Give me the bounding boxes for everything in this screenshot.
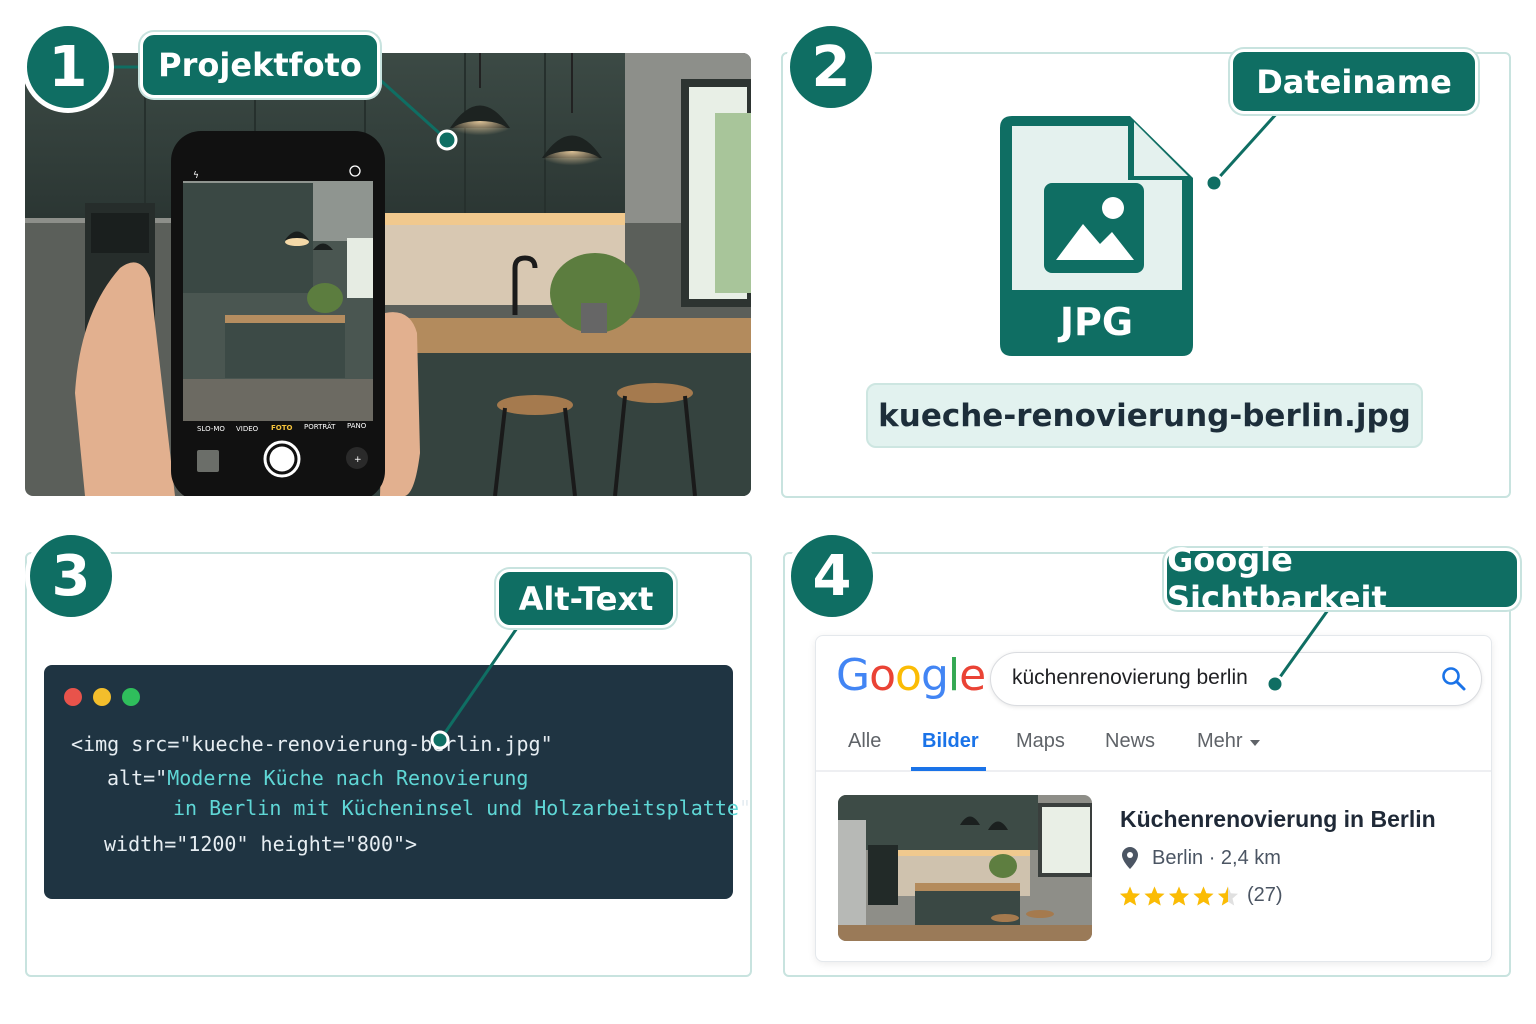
tab-maps[interactable]: Maps — [1016, 730, 1065, 753]
google-logo[interactable]: Google — [836, 650, 986, 701]
alt-attribute: alt=" — [107, 766, 168, 790]
window-minimize-dot — [93, 688, 111, 706]
tab-mehr[interactable]: Mehr — [1197, 730, 1243, 753]
step-number-2: 2 — [785, 21, 877, 113]
code-line-img: <img src="kueche-renovierung-berlin.jpg" — [71, 732, 553, 756]
step-label-alt-text: Alt-Text — [496, 569, 676, 628]
filename-box: kueche-renovierung-berlin.jpg — [866, 383, 1423, 448]
step-label-projektfoto: Projektfoto — [140, 32, 380, 98]
result-title[interactable]: Küchenrenovierung in Berlin — [1120, 806, 1436, 833]
tab-bilder[interactable]: Bilder — [922, 730, 979, 753]
alt-value-line2: in Berlin mit Kücheninsel und Holzarbeit… — [173, 796, 739, 820]
step-label-dateiname: Dateiname — [1230, 49, 1478, 114]
code-line-alt-cont: in Berlin mit Kücheninsel und Holzarbeit… — [173, 796, 751, 820]
alt-value-line1: Moderne Küche nach Renovierung — [167, 766, 529, 790]
step-number-4: 4 — [786, 530, 878, 622]
window-close-dot — [64, 688, 82, 706]
result-location: Berlin · 2,4 km — [1152, 847, 1281, 869]
code-line-size: width="1200" height="800"> — [104, 832, 418, 856]
result-review-count: (27) — [1247, 884, 1283, 906]
step-label-google-sichtbarkeit: Google Sichtbarkeit — [1164, 541, 1520, 617]
tab-alle[interactable]: Alle — [848, 730, 881, 753]
search-query[interactable]: küchenrenovierung berlin — [1012, 666, 1248, 690]
step-number-1: 1 — [22, 21, 114, 113]
code-line-alt: alt="Moderne Küche nach Renovierung — [107, 766, 528, 790]
file-type-label: JPG — [1059, 300, 1134, 344]
step-number-3: 3 — [25, 530, 117, 622]
window-maximize-dot — [122, 688, 140, 706]
tab-news[interactable]: News — [1105, 730, 1155, 753]
alt-value-quote: " — [738, 796, 751, 820]
